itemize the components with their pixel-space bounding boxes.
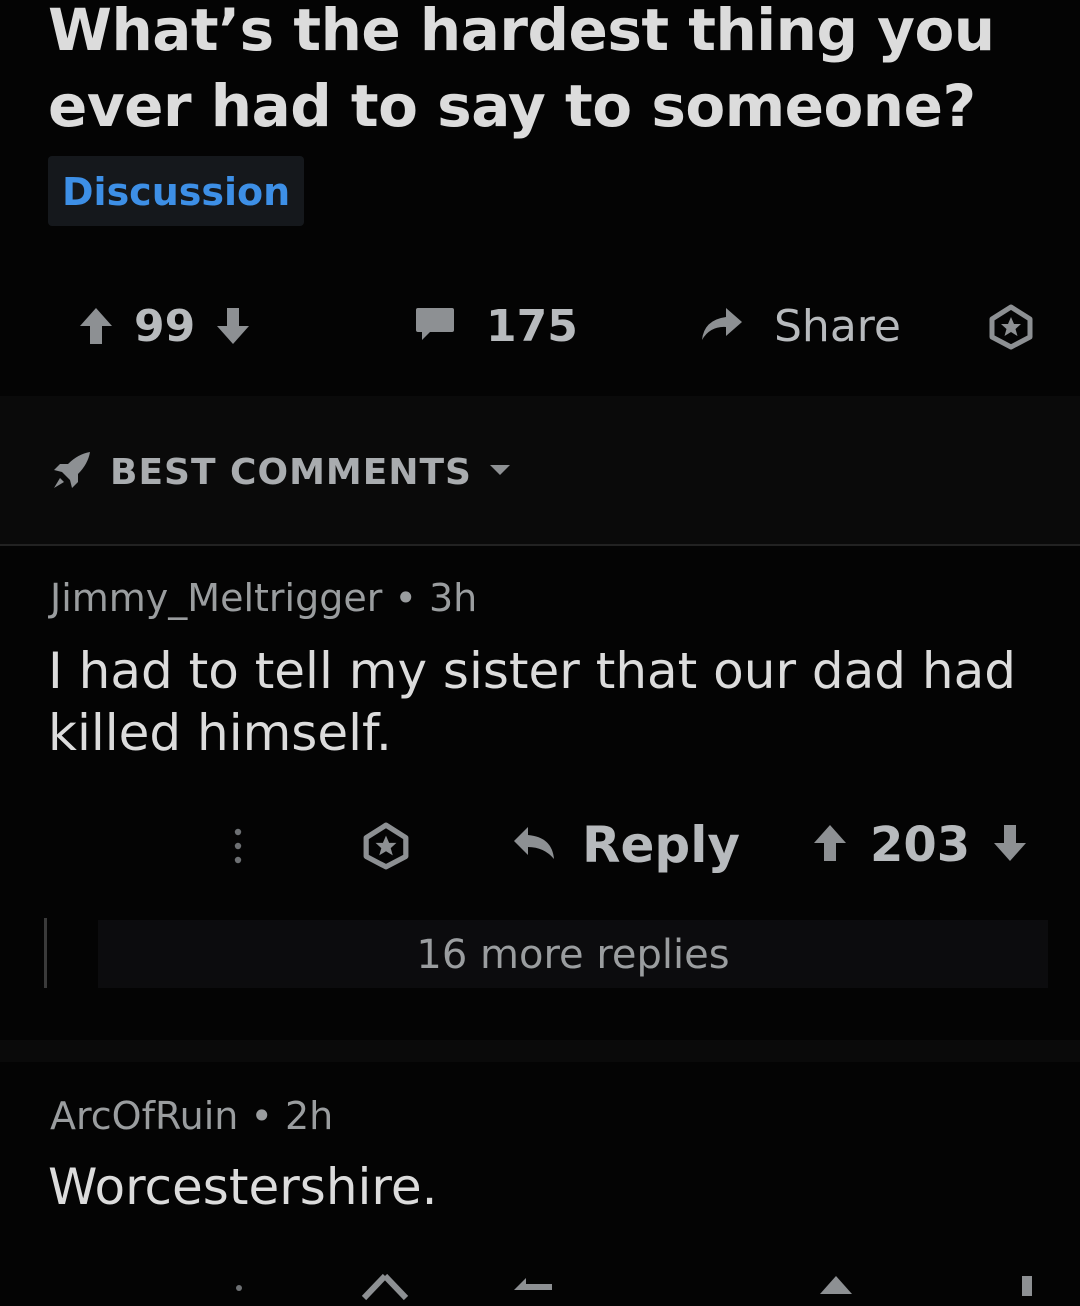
comments-count: 175 — [486, 300, 578, 352]
upvote-icon[interactable] — [812, 823, 848, 867]
downvote-icon[interactable] — [1020, 1276, 1034, 1300]
comment-vote-group: 203 — [812, 814, 1028, 876]
comment-icon — [414, 304, 456, 348]
share-label: Share — [774, 300, 901, 352]
comment-age: 2h — [284, 1094, 334, 1138]
comment-meta: ArcOfRuin • 2h — [50, 1094, 333, 1138]
reply-icon — [512, 825, 556, 865]
save-star-icon[interactable] — [362, 822, 410, 870]
more-vertical-icon[interactable] — [232, 1280, 246, 1299]
reply-button[interactable]: Reply — [512, 814, 740, 876]
reply-icon[interactable] — [512, 1276, 552, 1300]
comment-separator — [0, 1040, 1080, 1062]
downvote-icon[interactable] — [215, 306, 251, 346]
share-icon — [698, 304, 744, 348]
rocket-icon — [50, 450, 94, 494]
post-action-bar: 99 175 Share — [0, 296, 1080, 356]
comment-action-bar: Reply 203 — [0, 814, 1080, 876]
post-title: What’s the hardest thing you ever had to… — [48, 0, 995, 140]
post-vote-group: 99 — [78, 296, 251, 356]
downvote-icon[interactable] — [992, 823, 1028, 867]
comment-meta: Jimmy_Meltrigger • 3h — [50, 576, 477, 620]
meta-separator: • — [250, 1094, 285, 1138]
more-vertical-icon[interactable] — [226, 826, 250, 870]
thread-line — [44, 918, 47, 988]
save-star-icon[interactable] — [988, 304, 1034, 350]
comment-action-bar-partial — [0, 1262, 1080, 1302]
upvote-icon[interactable] — [818, 1274, 854, 1300]
comments-button[interactable]: 175 — [414, 296, 578, 356]
comment-body: Worcestershire. — [48, 1158, 438, 1216]
comment-author[interactable]: Jimmy_Meltrigger — [50, 576, 382, 620]
post-score: 99 — [134, 300, 196, 352]
more-replies-button[interactable]: 16 more replies — [98, 920, 1048, 988]
comment-score: 203 — [870, 817, 971, 873]
meta-separator: • — [394, 576, 429, 620]
share-button[interactable]: Share — [698, 296, 901, 356]
caret-down-icon — [488, 462, 512, 482]
comment-age: 3h — [428, 576, 478, 620]
sort-dropdown[interactable]: BEST COMMENTS — [50, 446, 512, 498]
save-star-icon[interactable] — [360, 1272, 410, 1306]
post-flair[interactable]: Discussion — [48, 156, 305, 226]
comment-body: I had to tell my sister that our dad had… — [48, 642, 1016, 762]
reply-label: Reply — [582, 816, 740, 874]
sort-label: BEST COMMENTS — [110, 451, 472, 493]
comment-author[interactable]: ArcOfRuin — [50, 1094, 238, 1138]
upvote-icon[interactable] — [78, 306, 114, 346]
